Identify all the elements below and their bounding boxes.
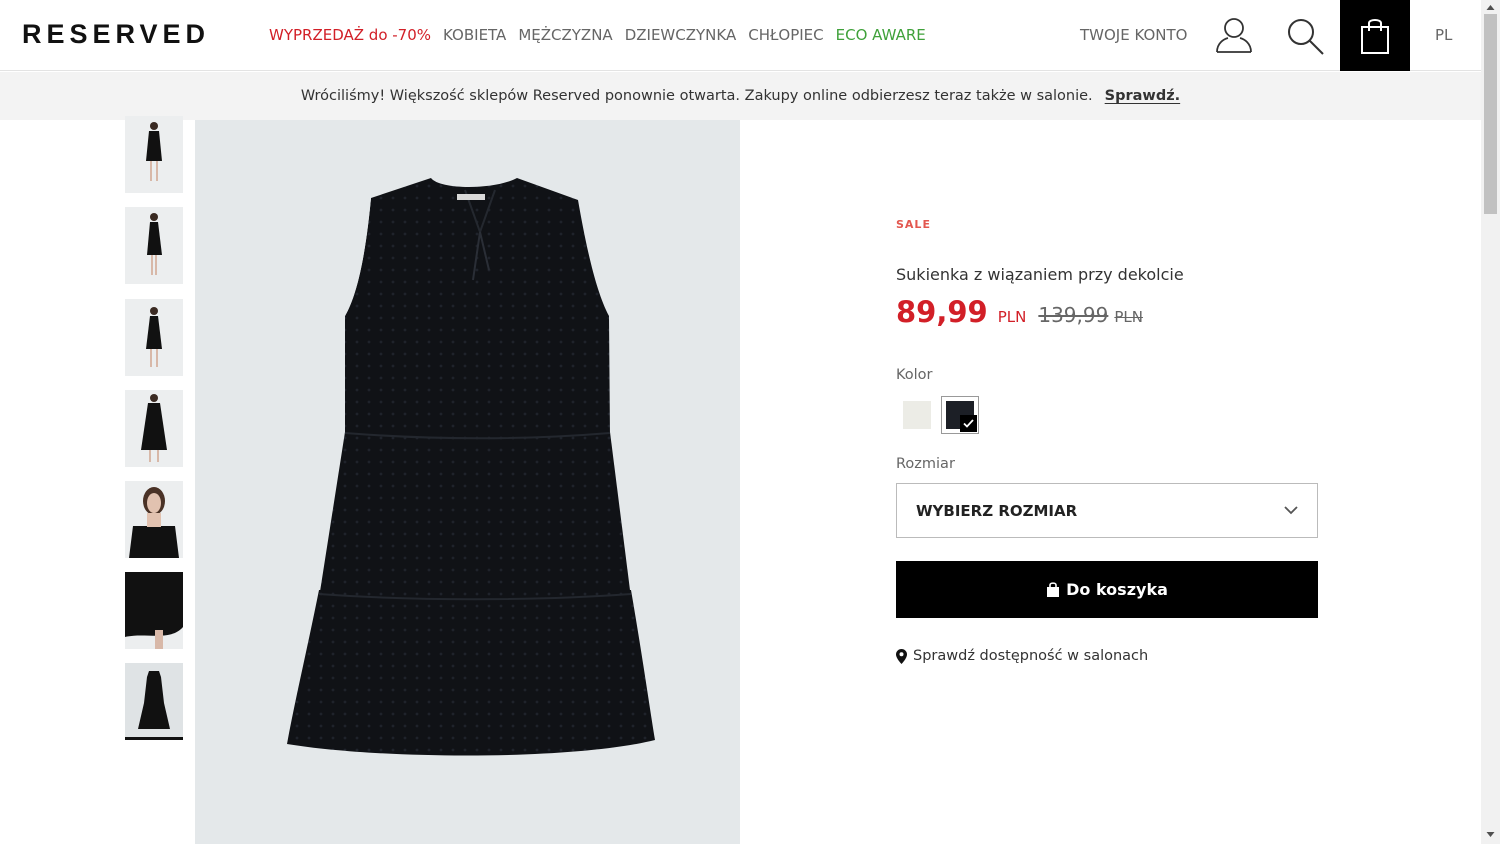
nav-item-sale[interactable]: WYPRZEDAŻ do -70% xyxy=(269,26,431,44)
site-header: RESERVED WYPRZEDAŻ do -70% KOBIETA MĘŻCZ… xyxy=(0,0,1481,71)
scroll-up-icon[interactable] xyxy=(1486,3,1495,12)
scrollbar-thumb[interactable] xyxy=(1484,14,1497,214)
info-banner: Wróciliśmy! Większość sklepów Reserved p… xyxy=(0,72,1481,120)
color-label: Kolor xyxy=(896,367,933,383)
add-to-cart-button[interactable]: Do koszyka xyxy=(896,561,1318,618)
account-link[interactable]: TWOJE KONTO xyxy=(1080,26,1187,44)
user-icon[interactable] xyxy=(1214,15,1254,55)
language-selector[interactable]: PL xyxy=(1435,26,1452,44)
store-availability-link[interactable]: Sprawdź dostępność w salonach xyxy=(896,648,1148,664)
thumbnail-1[interactable] xyxy=(125,116,183,193)
shopping-bag-icon xyxy=(1361,18,1389,54)
thumbnail-7[interactable] xyxy=(125,663,183,740)
thumbnail-3[interactable] xyxy=(125,299,183,376)
size-select-placeholder: WYBIERZ ROZMIAR xyxy=(916,501,1078,520)
check-icon xyxy=(960,415,977,432)
price: 89,99 PLN 139,99 PLN xyxy=(896,295,1143,329)
nav-item-women[interactable]: KOBIETA xyxy=(443,26,506,44)
size-label: Rozmiar xyxy=(896,456,955,472)
cart-button[interactable] xyxy=(1340,0,1410,71)
banner-link[interactable]: Sprawdź. xyxy=(1105,88,1180,104)
add-to-cart-label: Do koszyka xyxy=(1066,580,1168,599)
banner-text: Wróciliśmy! Większość sklepów Reserved p… xyxy=(300,88,1093,104)
location-pin-icon xyxy=(896,648,907,664)
price-original: 139,99 xyxy=(1038,303,1109,327)
store-availability-label: Sprawdź dostępność w salonach xyxy=(913,648,1149,664)
thumbnail-5[interactable] xyxy=(125,481,183,558)
main-nav: WYPRZEDAŻ do -70% KOBIETA MĘŻCZYZNA DZIE… xyxy=(269,26,926,44)
search-icon[interactable] xyxy=(1285,16,1325,56)
price-original-currency: PLN xyxy=(1114,308,1143,326)
swatch-ecru-fill xyxy=(903,401,931,429)
color-swatch-ecru[interactable] xyxy=(898,396,936,434)
nav-item-eco-aware[interactable]: ECO AWARE xyxy=(836,26,926,44)
price-current-currency: PLN xyxy=(997,308,1027,326)
nav-item-boys[interactable]: CHŁOPIEC xyxy=(748,26,823,44)
page-scrollbar[interactable] xyxy=(1481,0,1500,844)
thumbnail-2[interactable] xyxy=(125,207,183,284)
shopping-bag-icon xyxy=(1047,581,1060,597)
product-page: RESERVED WYPRZEDAŻ do -70% KOBIETA MĘŻCZ… xyxy=(0,0,1500,844)
nav-item-girls[interactable]: DZIEWCZYNKA xyxy=(625,26,737,44)
thumbnail-4[interactable] xyxy=(125,390,183,467)
product-title: Sukienka z wiązaniem przy dekolcie xyxy=(896,265,1184,284)
thumbnail-6[interactable] xyxy=(125,572,183,649)
reserved-logo[interactable]: RESERVED xyxy=(22,19,210,50)
chevron-down-icon xyxy=(1284,506,1298,515)
nav-item-men[interactable]: MĘŻCZYZNA xyxy=(518,26,612,44)
size-select[interactable]: WYBIERZ ROZMIAR xyxy=(896,483,1318,538)
sale-badge: SALE xyxy=(896,218,931,231)
price-current: 89,99 xyxy=(896,295,988,329)
scroll-down-icon[interactable] xyxy=(1486,830,1495,839)
main-product-image[interactable] xyxy=(195,120,740,844)
color-swatch-black[interactable] xyxy=(941,396,979,434)
